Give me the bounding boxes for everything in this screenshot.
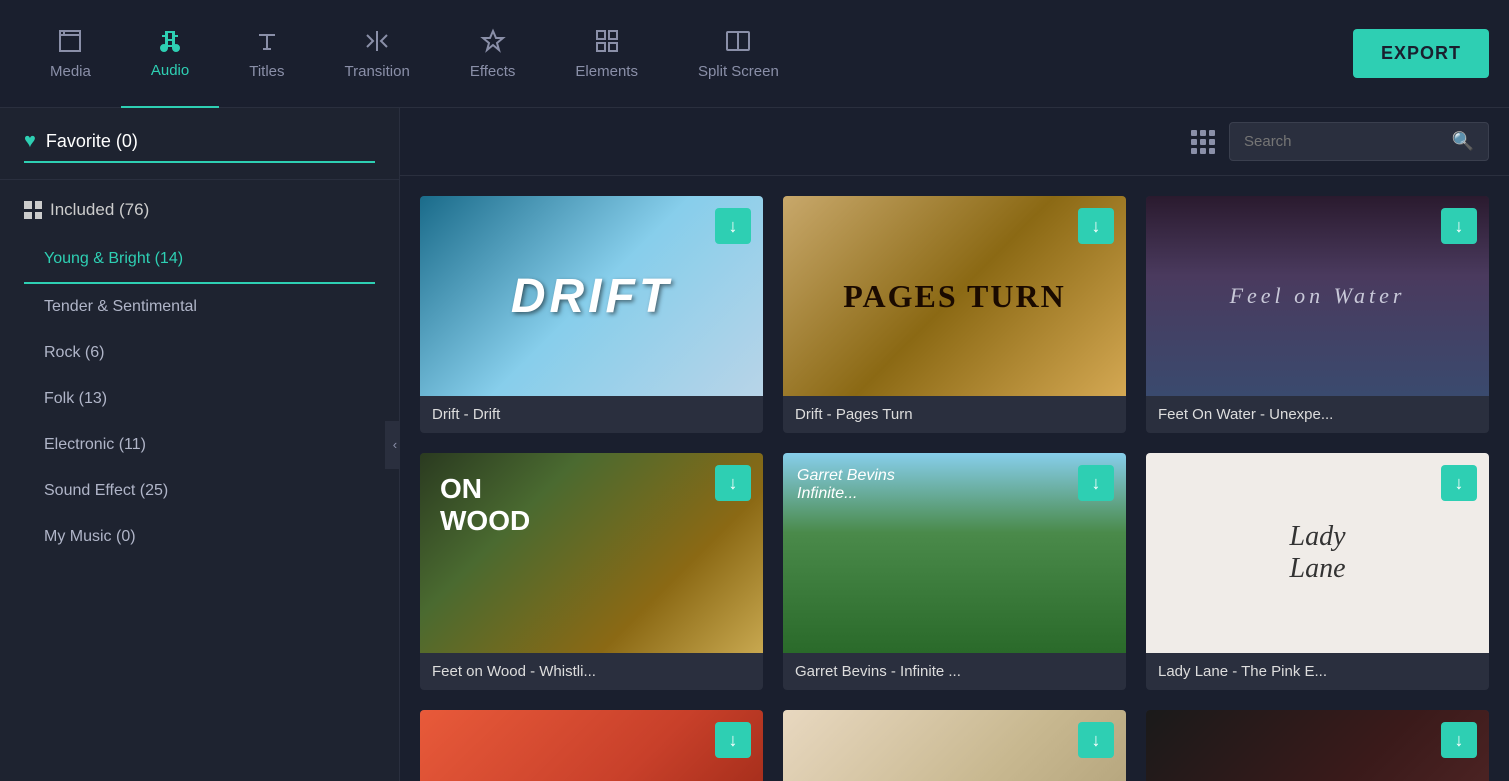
content-area: 🔍 DRIFT ↓ Drift - Drift PAGES TURN ↓ Dri… bbox=[400, 108, 1509, 781]
download-button-feet-on-wood[interactable]: ↓ bbox=[715, 465, 751, 501]
sidebar: ♥ Favorite (0) Included (76) Young & Bri… bbox=[0, 108, 400, 781]
sidebar-item-folk[interactable]: Folk (13) bbox=[24, 376, 375, 422]
music-card-bottom3[interactable]: COME BACK ↓ bbox=[1146, 710, 1489, 781]
top-nav: Media Audio Titles Transition bbox=[0, 0, 1509, 108]
included-text: Included (76) bbox=[50, 200, 149, 220]
nav-item-elements[interactable]: Elements bbox=[545, 0, 668, 108]
sidebar-item-rock[interactable]: Rock (6) bbox=[24, 330, 375, 376]
heart-icon: ♥ bbox=[24, 130, 36, 153]
music-title-lady-lane: Lady Lane - The Pink E... bbox=[1146, 653, 1489, 690]
download-button-bottom1[interactable]: ↓ bbox=[715, 722, 751, 758]
music-grid: DRIFT ↓ Drift - Drift PAGES TURN ↓ Drift… bbox=[400, 176, 1509, 781]
music-title-garret-bevins: Garret Bevins - Infinite ... bbox=[783, 653, 1126, 690]
music-card-feet-on-water[interactable]: Feel on Water ↓ Feet On Water - Unexpe..… bbox=[1146, 196, 1489, 433]
sidebar-item-sound-effect[interactable]: Sound Effect (25) bbox=[24, 468, 375, 514]
music-card-garret-bevins[interactable]: Garret BevinsInfinite... ↓ Garret Bevins… bbox=[783, 453, 1126, 690]
content-header: 🔍 bbox=[400, 108, 1509, 176]
thumb-text: ONWOOD bbox=[440, 473, 530, 537]
music-card-lady-lane[interactable]: LadyLane ↓ Lady Lane - The Pink E... bbox=[1146, 453, 1489, 690]
music-thumb-drift-drift: DRIFT ↓ bbox=[420, 196, 763, 396]
music-card-drift-drift[interactable]: DRIFT ↓ Drift - Drift bbox=[420, 196, 763, 433]
download-button-garret-bevins[interactable]: ↓ bbox=[1078, 465, 1114, 501]
music-title-feet-on-wood: Feet on Wood - Whistli... bbox=[420, 653, 763, 690]
thumb-text: Feel on Water bbox=[1230, 283, 1406, 309]
nav-item-titles[interactable]: Titles bbox=[219, 0, 314, 108]
nav-item-transition[interactable]: Transition bbox=[315, 0, 440, 108]
download-button-drift-drift[interactable]: ↓ bbox=[715, 208, 751, 244]
included-label[interactable]: Included (76) bbox=[24, 200, 375, 220]
music-thumb-lady-lane: LadyLane ↓ bbox=[1146, 453, 1489, 653]
music-title-drift-drift: Drift - Drift bbox=[420, 396, 763, 433]
thumb-text: PAGES TURN bbox=[843, 278, 1065, 315]
music-thumb-garret-bevins: Garret BevinsInfinite... ↓ bbox=[783, 453, 1126, 653]
included-section: Included (76) Young & Bright (14) Tender… bbox=[0, 180, 399, 570]
sidebar-item-young-bright[interactable]: Young & Bright (14) bbox=[24, 236, 375, 284]
export-button[interactable]: EXPORT bbox=[1353, 29, 1489, 78]
download-button-bottom2[interactable]: ↓ bbox=[1078, 722, 1114, 758]
download-button-feet-on-water[interactable]: ↓ bbox=[1441, 208, 1477, 244]
nav-label-transition: Transition bbox=[345, 63, 410, 80]
download-button-lady-lane[interactable]: ↓ bbox=[1441, 465, 1477, 501]
category-list: Young & Bright (14) Tender & Sentimental… bbox=[24, 236, 375, 560]
thumb-text: Garret BevinsInfinite... bbox=[797, 467, 895, 503]
music-thumb-drift-pages-turn: PAGES TURN ↓ bbox=[783, 196, 1126, 396]
grid-view-icon[interactable] bbox=[1191, 130, 1215, 154]
sidebar-collapse-button[interactable]: ‹ bbox=[385, 421, 400, 469]
sidebar-item-electronic[interactable]: Electronic (11) bbox=[24, 422, 375, 468]
nav-item-media[interactable]: Media bbox=[20, 0, 121, 108]
favorite-text: Favorite (0) bbox=[46, 131, 138, 152]
nav-label-elements: Elements bbox=[575, 63, 638, 80]
music-thumb-feet-on-wood: ONWOOD ↓ bbox=[420, 453, 763, 653]
thumb-text: DRIFT bbox=[511, 269, 672, 324]
music-card-drift-pages-turn[interactable]: PAGES TURN ↓ Drift - Pages Turn bbox=[783, 196, 1126, 433]
thumb-text: LadyLane bbox=[1290, 521, 1346, 585]
sidebar-item-tender-sentimental[interactable]: Tender & Sentimental bbox=[24, 284, 375, 330]
music-thumb-bottom3: COME BACK ↓ bbox=[1146, 710, 1489, 781]
search-icon: 🔍 bbox=[1452, 131, 1474, 152]
music-thumb-feet-on-water: Feel on Water ↓ bbox=[1146, 196, 1489, 396]
nav-label-effects: Effects bbox=[470, 63, 516, 80]
music-thumb-bottom1: ↓ bbox=[420, 710, 763, 781]
download-button-bottom3[interactable]: ↓ bbox=[1441, 722, 1477, 758]
nav-label-titles: Titles bbox=[249, 63, 284, 80]
favorite-label[interactable]: ♥ Favorite (0) bbox=[24, 130, 375, 163]
nav-item-effects[interactable]: Effects bbox=[440, 0, 546, 108]
main-layout: ♥ Favorite (0) Included (76) Young & Bri… bbox=[0, 108, 1509, 781]
nav-label-split-screen: Split Screen bbox=[698, 63, 779, 80]
music-thumb-bottom2: Little Man's ↓ bbox=[783, 710, 1126, 781]
nav-label-audio: Audio bbox=[151, 62, 189, 79]
sidebar-favorite-section: ♥ Favorite (0) bbox=[0, 108, 399, 180]
nav-item-audio[interactable]: Audio bbox=[121, 0, 219, 108]
nav-label-media: Media bbox=[50, 63, 91, 80]
music-title-feet-on-water: Feet On Water - Unexpe... bbox=[1146, 396, 1489, 433]
music-card-bottom1[interactable]: ↓ bbox=[420, 710, 763, 781]
music-card-bottom2[interactable]: Little Man's ↓ bbox=[783, 710, 1126, 781]
sidebar-item-my-music[interactable]: My Music (0) bbox=[24, 514, 375, 560]
music-card-feet-on-wood[interactable]: ONWOOD ↓ Feet on Wood - Whistli... bbox=[420, 453, 763, 690]
music-title-drift-pages-turn: Drift - Pages Turn bbox=[783, 396, 1126, 433]
nav-items: Media Audio Titles Transition bbox=[20, 0, 1353, 108]
grid-icon bbox=[24, 201, 42, 219]
download-button-drift-pages-turn[interactable]: ↓ bbox=[1078, 208, 1114, 244]
search-box[interactable]: 🔍 bbox=[1229, 122, 1489, 161]
search-input[interactable] bbox=[1244, 133, 1444, 150]
nav-item-split-screen[interactable]: Split Screen bbox=[668, 0, 809, 108]
